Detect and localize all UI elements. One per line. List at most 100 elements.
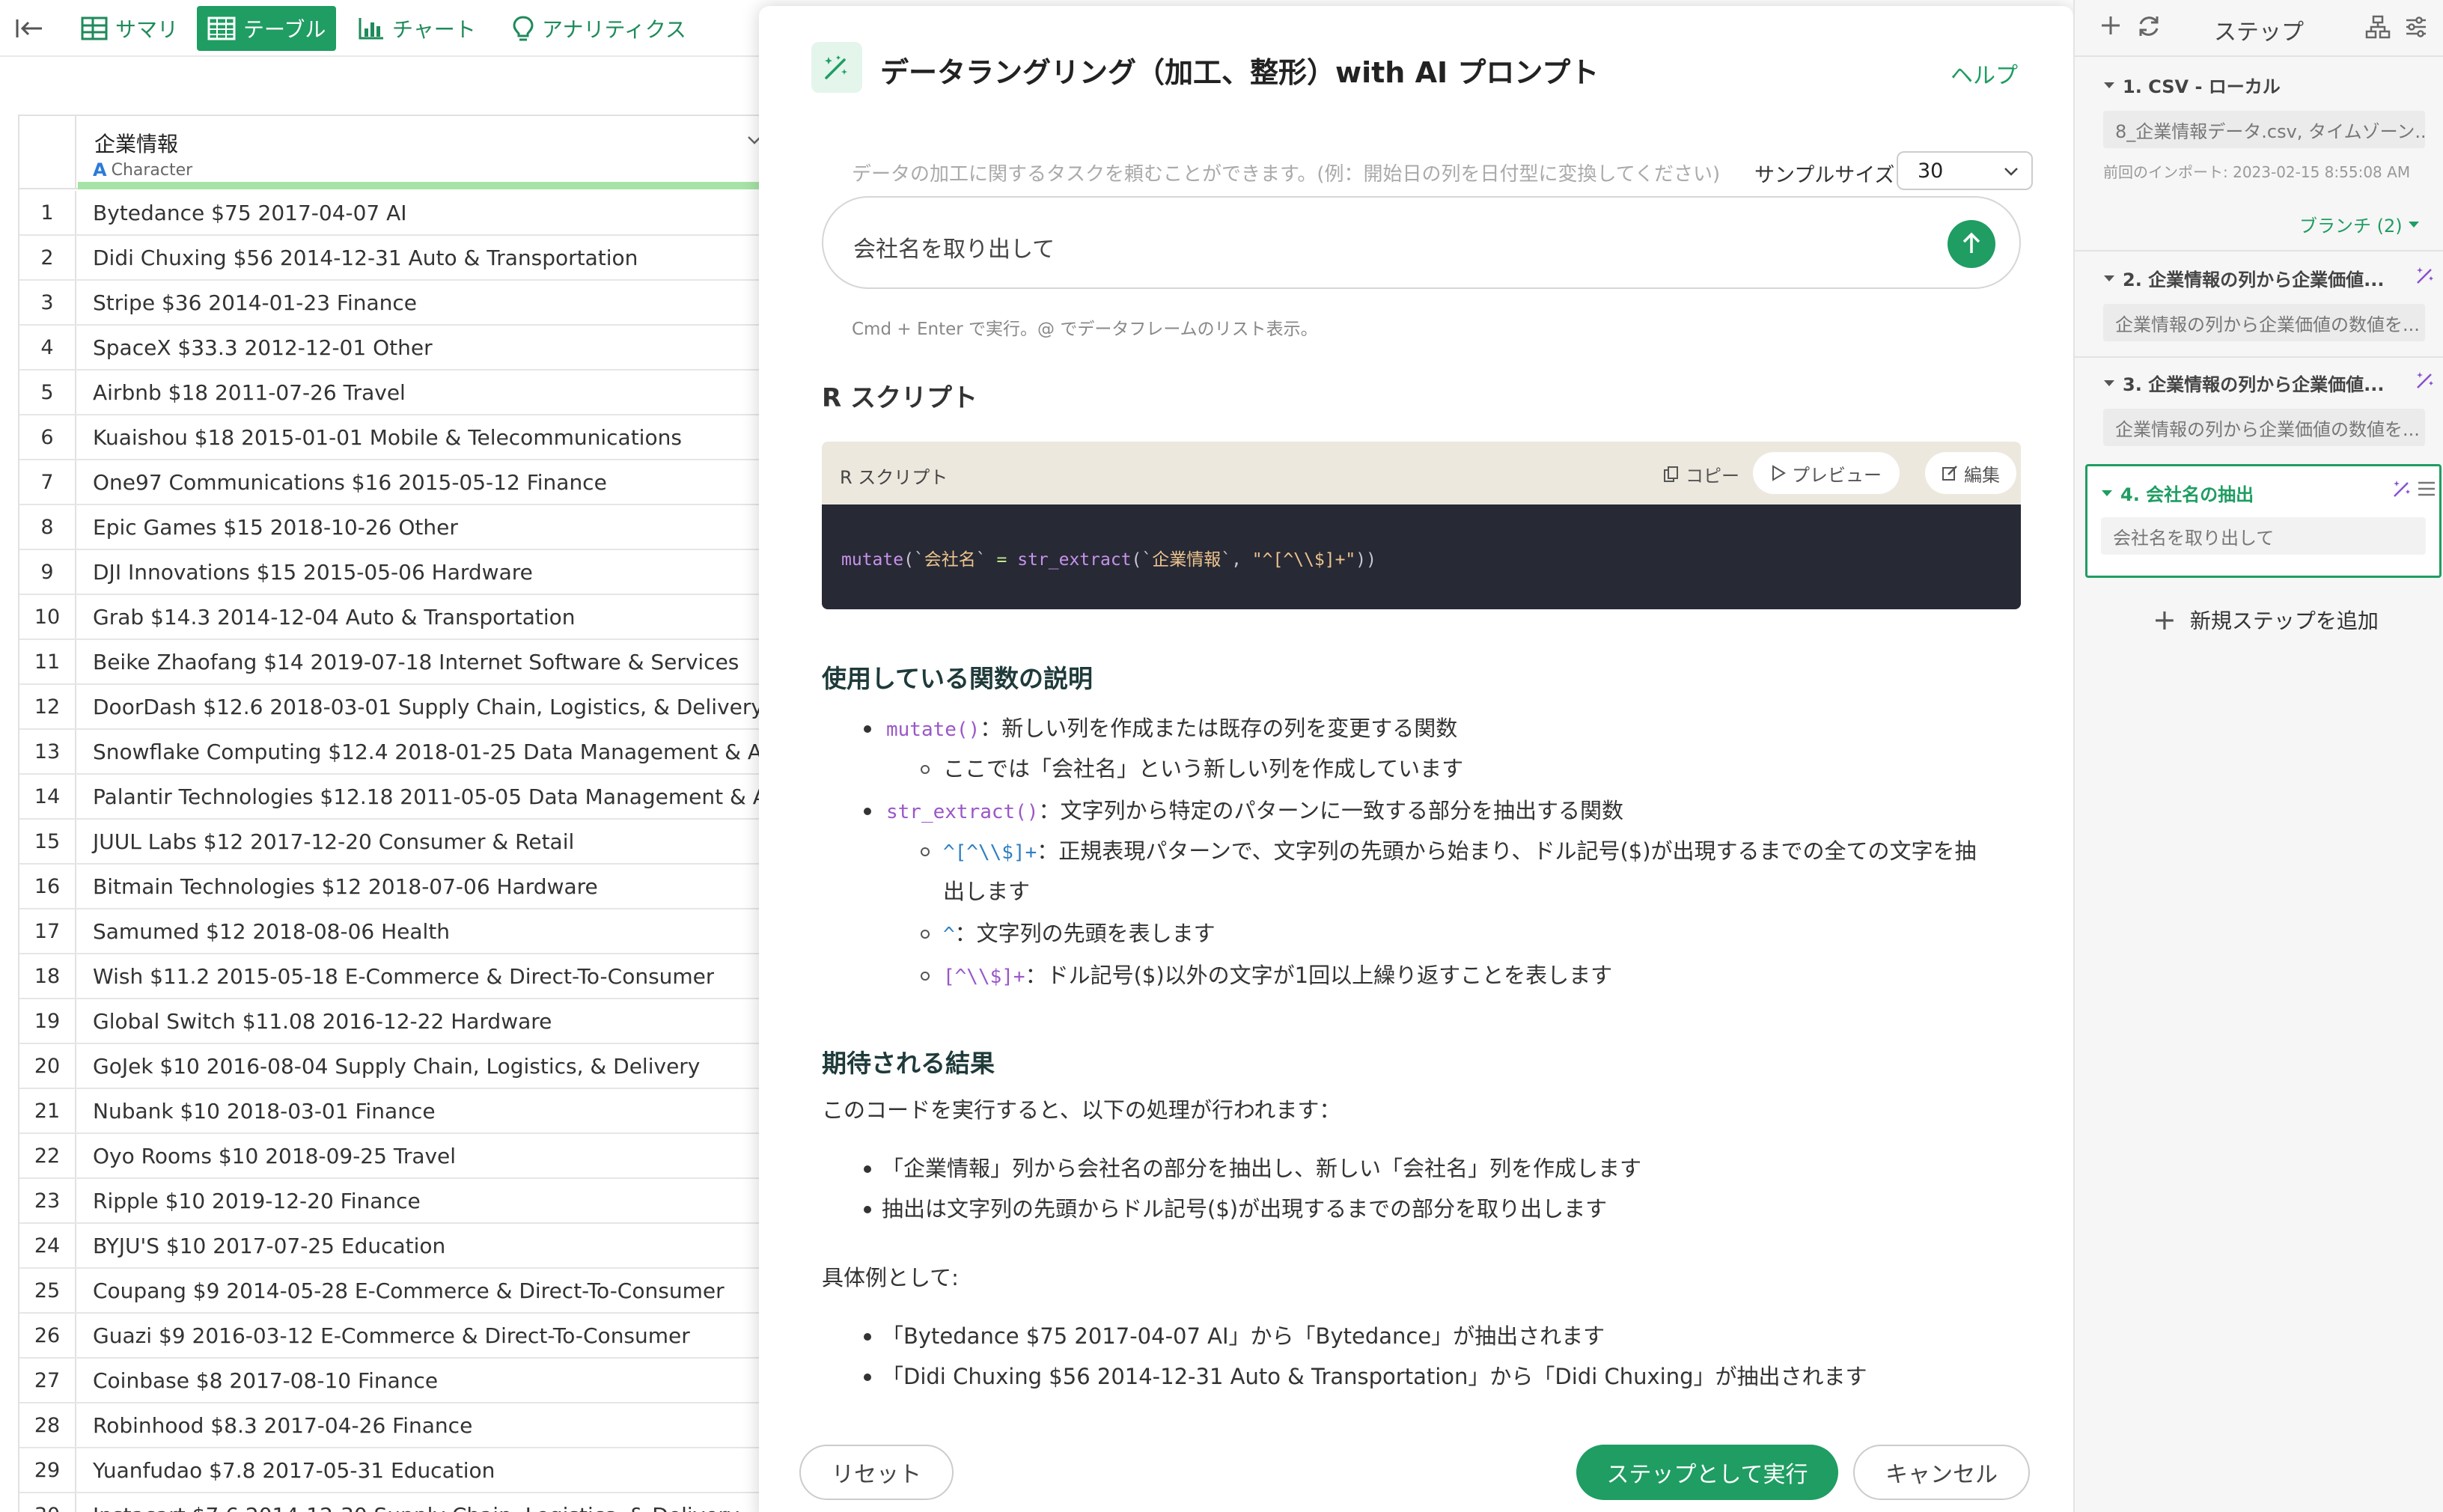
edit-button[interactable]: 編集 (1925, 452, 2016, 494)
table-row[interactable]: 13 Snowflake Computing $12.4 2018-01-25 D… (19, 730, 766, 775)
table-row[interactable]: 15 JUUL Labs $12 2017-12-20 Consumer & Re… (19, 820, 766, 865)
table-cell[interactable]: DoorDash $12.6 2018-03-01 Supply Chain, … (76, 695, 763, 719)
prompt-input[interactable]: 会社名を取り出して (822, 196, 2021, 289)
column-header[interactable]: 企業情報 A Character (19, 116, 766, 189)
preview-button[interactable]: プレビュー (1753, 452, 1900, 494)
tab-table[interactable]: テーブル (197, 6, 337, 51)
copy-button[interactable]: コピー (1663, 461, 1739, 487)
step-description[interactable]: 会社名を取り出して (2101, 517, 2426, 555)
step-title[interactable]: 3. 企業情報の列から企業価値... (2103, 370, 2385, 396)
table-cell[interactable]: Grab $14.3 2014-12-04 Auto & Transportat… (76, 605, 576, 630)
table-cell[interactable]: Kuaishou $18 2015-01-01 Mobile & Telecom… (76, 425, 682, 450)
table-row[interactable]: 17 Samumed $12 2018-08-06 Health (19, 909, 766, 954)
table-cell[interactable]: Didi Chuxing $56 2014-12-31 Auto & Trans… (76, 246, 638, 270)
help-link[interactable]: ヘルプ (1951, 57, 2018, 90)
table-row[interactable]: 12 DoorDash $12.6 2018-03-01 Supply Chain… (19, 685, 766, 730)
table-cell[interactable]: Nubank $10 2018-03-01 Finance (76, 1099, 436, 1124)
table-cell[interactable]: GoJek $10 2016-08-04 Supply Chain, Logis… (76, 1054, 700, 1079)
prompt-input-value[interactable]: 会社名を取り出して (853, 231, 1055, 263)
table-cell[interactable]: Airbnb $18 2011-07-26 Travel (76, 380, 406, 405)
table-row[interactable]: 23 Ripple $10 2019-12-20 Finance (19, 1179, 766, 1224)
table-cell[interactable]: Instacart $7.6 2014-12-30 Supply Chain, … (76, 1503, 739, 1512)
step-description[interactable]: 企業情報の列から企業価値の数値を... (2103, 304, 2425, 341)
table-cell[interactable]: Global Switch $11.08 2016-12-22 Hardware (76, 1009, 552, 1034)
tab-chart[interactable]: チャート (347, 6, 487, 51)
table-cell[interactable]: DJI Innovations $15 2015-05-06 Hardware (76, 560, 533, 585)
table-row[interactable]: 4 SpaceX $33.3 2012-12-01 Other (19, 326, 766, 371)
table-cell[interactable]: SpaceX $33.3 2012-12-01 Other (76, 335, 433, 360)
table-row[interactable]: 22 Oyo Rooms $10 2018-09-25 Travel (19, 1134, 766, 1179)
step-4[interactable]: 4. 会社名の抽出 会社名を取り出して (2085, 464, 2442, 578)
table-cell[interactable]: Wish $11.2 2015-05-18 E-Commerce & Direc… (76, 964, 714, 989)
table-row[interactable]: 5 Airbnb $18 2011-07-26 Travel (19, 371, 766, 415)
table-cell[interactable]: Epic Games $15 2018-10-26 Other (76, 515, 458, 540)
settings-button[interactable] (2404, 15, 2428, 39)
step-title[interactable]: 1. CSV - ローカル (2103, 72, 2281, 98)
table-cell[interactable]: Samumed $12 2018-08-06 Health (76, 919, 450, 944)
branch-link[interactable]: ブランチ (2) (2299, 211, 2421, 237)
shortcut-hint: Cmd + Enter で実行。@ でデータフレームのリスト表示。 (852, 320, 1318, 339)
table-row[interactable]: 2 Didi Chuxing $56 2014-12-31 Auto & Tran… (19, 236, 766, 281)
send-button[interactable] (1948, 220, 1995, 268)
table-cell[interactable]: Palantir Technologies $12.18 2011-05-05 … (76, 784, 766, 809)
table-row[interactable]: 3 Stripe $36 2014-01-23 Finance (19, 281, 766, 326)
step-description[interactable]: 8_企業情報データ.csv, タイムゾーン... (2103, 111, 2425, 148)
fn-mutate-code: mutate() (886, 719, 980, 741)
sample-size-select[interactable]: 30 (1897, 151, 2033, 190)
step-title[interactable]: 2. 企業情報の列から企業価値... (2103, 265, 2385, 291)
table-row[interactable]: 28 Robinhood $8.3 2017-04-26 Finance (19, 1403, 766, 1448)
table-cell[interactable]: JUUL Labs $12 2017-12-20 Consumer & Reta… (76, 829, 574, 854)
table-row[interactable]: 29 Yuanfudao $7.8 2017-05-31 Education (19, 1448, 766, 1493)
add-step-plus-button[interactable] (2099, 13, 2123, 37)
table-row[interactable]: 7 One97 Communications $16 2015-05-12 Fin… (19, 460, 766, 505)
run-as-step-button[interactable]: ステップとして実行 (1576, 1445, 1838, 1500)
table-row[interactable]: 6 Kuaishou $18 2015-01-01 Mobile & Teleco… (19, 415, 766, 460)
reset-button[interactable]: リセット (799, 1445, 954, 1500)
table-cell[interactable]: Coupang $9 2014-05-28 E-Commerce & Direc… (76, 1278, 725, 1303)
table-row[interactable]: 26 Guazi $9 2016-03-12 E-Commerce & Direc… (19, 1314, 766, 1359)
table-cell[interactable]: Bytedance $75 2017-04-07 AI (76, 201, 407, 225)
table-cell[interactable]: One97 Communications $16 2015-05-12 Fina… (76, 470, 607, 495)
collapse-sidebar-button[interactable] (13, 15, 46, 42)
table-row[interactable]: 16 Bitmain Technologies $12 2018-07-06 Ha… (19, 865, 766, 909)
table-cell[interactable]: Robinhood $8.3 2017-04-26 Finance (76, 1413, 472, 1438)
table-row[interactable]: 9 DJI Innovations $15 2015-05-06 Hardware (19, 550, 766, 595)
table-row[interactable]: 19 Global Switch $11.08 2016-12-22 Hardwa… (19, 999, 766, 1044)
table-row[interactable]: 10 Grab $14.3 2014-12-04 Auto & Transport… (19, 595, 766, 640)
table-row[interactable]: 1 Bytedance $75 2017-04-07 AI (19, 191, 766, 236)
table-cell[interactable]: Guazi $9 2016-03-12 E-Commerce & Direct-… (76, 1323, 690, 1348)
table-row[interactable]: 14 Palantir Technologies $12.18 2011-05-0… (19, 775, 766, 820)
tab-analytics[interactable]: アナリティクス (501, 6, 697, 51)
table-cell[interactable]: Ripple $10 2019-12-20 Finance (76, 1189, 421, 1213)
code-block[interactable]: mutate(`会社名` = str_extract(`企業情報`, "^[^\… (822, 504, 2021, 609)
refresh-button[interactable] (2136, 13, 2162, 39)
table-row[interactable]: 25 Coupang $9 2014-05-28 E-Commerce & Dir… (19, 1269, 766, 1314)
step-description[interactable]: 企業情報の列から企業価値の数値を... (2103, 409, 2425, 446)
table-cell[interactable]: Yuanfudao $7.8 2017-05-31 Education (76, 1458, 495, 1483)
menu-icon[interactable] (2417, 480, 2436, 498)
table-row[interactable]: 27 Coinbase $8 2017-08-10 Finance (19, 1359, 766, 1403)
table-row[interactable]: 30Instacart $7.6 2014-12-30 Supply Chain… (19, 1493, 766, 1512)
table-row[interactable]: 8 Epic Games $15 2018-10-26 Other (19, 505, 766, 550)
table-cell[interactable]: Stripe $36 2014-01-23 Finance (76, 290, 417, 315)
table-row[interactable]: 18 Wish $11.2 2015-05-18 E-Commerce & Dir… (19, 954, 766, 999)
table-cell[interactable]: Beike Zhaofang $14 2019-07-18 Internet S… (76, 650, 739, 674)
fn-sub1-text: ：正規表現パターンで、文字列の先頭から始まり、ドル記号($)が出現するまでの全て… (1037, 838, 1977, 864)
table-cell[interactable]: Oyo Rooms $10 2018-09-25 Travel (76, 1144, 456, 1168)
table-cell[interactable]: Bitmain Technologies $12 2018-07-06 Hard… (76, 874, 598, 899)
table-row[interactable]: 24 BYJU'S $10 2017-07-25 Education (19, 1224, 766, 1269)
table-row[interactable]: 21 Nubank $10 2018-03-01 Finance (19, 1089, 766, 1134)
add-new-step-button[interactable]: + 新規ステップを追加 (2153, 603, 2379, 636)
prompt-hint: データの加工に関するタスクを頼むことができます。(例：開始日の列を日付型に変換し… (852, 163, 1721, 186)
table-row[interactable]: 11 Beike Zhaofang $14 2019-07-18 Internet… (19, 640, 766, 685)
layout-button[interactable] (2365, 15, 2391, 39)
table-row[interactable]: 20 GoJek $10 2016-08-04 Supply Chain, Log… (19, 1044, 766, 1089)
table-cell[interactable]: Coinbase $8 2017-08-10 Finance (76, 1368, 438, 1393)
tab-summary[interactable]: サマリ (70, 6, 189, 51)
cancel-button[interactable]: キャンセル (1853, 1445, 2030, 1500)
step-title[interactable]: 4. 会社名の抽出 (2101, 480, 2254, 506)
table-cell[interactable]: Snowflake Computing $12.4 2018-01-25 Dat… (76, 740, 766, 764)
column-type-label: Character (111, 160, 193, 180)
table-cell[interactable]: BYJU'S $10 2017-07-25 Education (76, 1234, 445, 1258)
edit-button-label: 編集 (1964, 464, 2000, 486)
